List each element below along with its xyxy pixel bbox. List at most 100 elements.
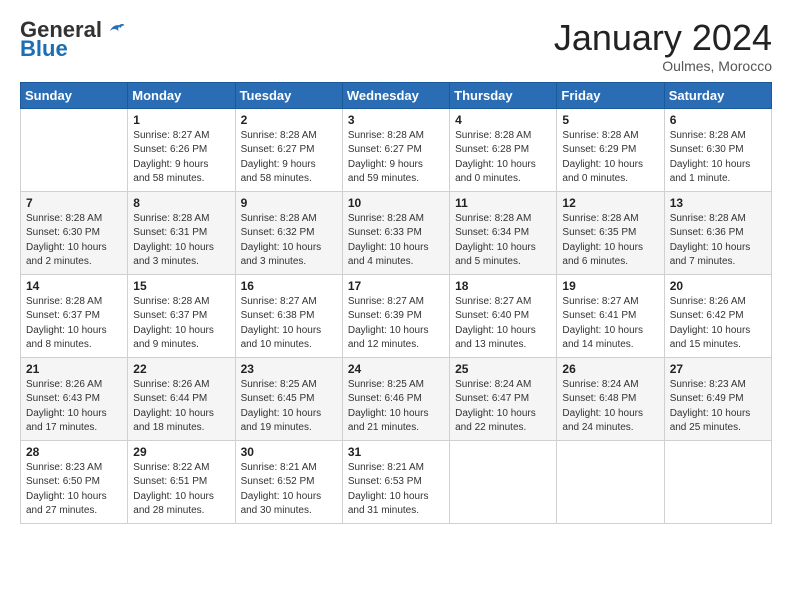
cell-content: Sunrise: 8:24 AM Sunset: 6:47 PM Dayligh… [455,378,551,436]
day-number: 15 [133,279,229,293]
calendar-cell: 2 Sunrise: 8:28 AM Sunset: 6:27 PM Daylig… [235,108,342,191]
calendar-week-1: 1Sunrise: 8:27 AM Sunset: 6:26 PM Daylig… [21,108,772,191]
calendar-cell: 9 Sunrise: 8:28 AM Sunset: 6:32 PM Daylig… [235,191,342,274]
day-number: 10 [348,196,444,210]
calendar-header: Sunday Monday Tuesday Wednesday Thursday… [21,82,772,108]
calendar-cell: 27Sunrise: 8:23 AM Sunset: 6:49 PM Dayli… [664,357,771,440]
header-saturday: Saturday [664,82,771,108]
calendar-cell: 4 Sunrise: 8:28 AM Sunset: 6:28 PM Daylig… [450,108,557,191]
calendar-cell: 30 Sunrise: 8:21 AM Sunset: 6:52 PM Dayli… [235,440,342,523]
cell-content: Sunrise: 8:28 AM Sunset: 6:27 PM Dayligh… [348,129,444,187]
calendar-cell: 3Sunrise: 8:28 AM Sunset: 6:27 PM Daylig… [342,108,449,191]
month-title: January 2024 [554,18,772,58]
calendar-cell: 11 Sunrise: 8:28 AM Sunset: 6:34 PM Dayli… [450,191,557,274]
cell-content: Sunrise: 8:22 AM Sunset: 6:51 PM Dayligh… [133,461,229,519]
header: General Blue January 2024 Oulmes, Morocc… [20,18,772,74]
header-thursday: Thursday [450,82,557,108]
header-friday: Friday [557,82,664,108]
calendar-cell: 25 Sunrise: 8:24 AM Sunset: 6:47 PM Dayli… [450,357,557,440]
day-number: 29 [133,445,229,459]
cell-content: Sunrise: 8:27 AM Sunset: 6:41 PM Dayligh… [562,295,658,353]
calendar-cell: 23Sunrise: 8:25 AM Sunset: 6:45 PM Dayli… [235,357,342,440]
day-number: 19 [562,279,658,293]
calendar-cell [664,440,771,523]
header-monday: Monday [128,82,235,108]
cell-content: Sunrise: 8:27 AM Sunset: 6:39 PM Dayligh… [348,295,444,353]
cell-content: Sunrise: 8:26 AM Sunset: 6:42 PM Dayligh… [670,295,766,353]
calendar-cell: 14 Sunrise: 8:28 AM Sunset: 6:37 PM Dayli… [21,274,128,357]
calendar-cell: 5 Sunrise: 8:28 AM Sunset: 6:29 PM Daylig… [557,108,664,191]
cell-content: Sunrise: 8:26 AM Sunset: 6:43 PM Dayligh… [26,378,122,436]
logo-blue-text: Blue [20,38,68,60]
cell-content: Sunrise: 8:28 AM Sunset: 6:37 PM Dayligh… [26,295,122,353]
day-number: 8 [133,196,229,210]
calendar-week-5: 28 Sunrise: 8:23 AM Sunset: 6:50 PM Dayli… [21,440,772,523]
day-number: 21 [26,362,122,376]
calendar-week-3: 14 Sunrise: 8:28 AM Sunset: 6:37 PM Dayli… [21,274,772,357]
day-number: 20 [670,279,766,293]
page: General Blue January 2024 Oulmes, Morocc… [0,0,792,534]
logo-bird-icon [104,18,126,40]
cell-content: Sunrise: 8:27 AM Sunset: 6:26 PM Dayligh… [133,129,229,187]
header-row: Sunday Monday Tuesday Wednesday Thursday… [21,82,772,108]
calendar-week-4: 21 Sunrise: 8:26 AM Sunset: 6:43 PM Dayli… [21,357,772,440]
calendar-cell [557,440,664,523]
day-number: 13 [670,196,766,210]
calendar-cell: 10Sunrise: 8:28 AM Sunset: 6:33 PM Dayli… [342,191,449,274]
cell-content: Sunrise: 8:28 AM Sunset: 6:31 PM Dayligh… [133,212,229,270]
day-number: 28 [26,445,122,459]
day-number: 24 [348,362,444,376]
day-number: 16 [241,279,337,293]
cell-content: Sunrise: 8:28 AM Sunset: 6:29 PM Dayligh… [562,129,658,187]
calendar-cell: 13 Sunrise: 8:28 AM Sunset: 6:36 PM Dayli… [664,191,771,274]
cell-content: Sunrise: 8:21 AM Sunset: 6:52 PM Dayligh… [241,461,337,519]
cell-content: Sunrise: 8:28 AM Sunset: 6:32 PM Dayligh… [241,212,337,270]
cell-content: Sunrise: 8:23 AM Sunset: 6:49 PM Dayligh… [670,378,766,436]
cell-content: Sunrise: 8:24 AM Sunset: 6:48 PM Dayligh… [562,378,658,436]
cell-content: Sunrise: 8:27 AM Sunset: 6:38 PM Dayligh… [241,295,337,353]
calendar-cell: 8 Sunrise: 8:28 AM Sunset: 6:31 PM Daylig… [128,191,235,274]
day-number: 14 [26,279,122,293]
calendar-cell: 21 Sunrise: 8:26 AM Sunset: 6:43 PM Dayli… [21,357,128,440]
day-number: 18 [455,279,551,293]
day-number: 5 [562,113,658,127]
calendar-cell [21,108,128,191]
cell-content: Sunrise: 8:28 AM Sunset: 6:28 PM Dayligh… [455,129,551,187]
calendar-cell: 12Sunrise: 8:28 AM Sunset: 6:35 PM Dayli… [557,191,664,274]
calendar-cell: 29 Sunrise: 8:22 AM Sunset: 6:51 PM Dayli… [128,440,235,523]
calendar-cell: 15Sunrise: 8:28 AM Sunset: 6:37 PM Dayli… [128,274,235,357]
calendar-cell: 1Sunrise: 8:27 AM Sunset: 6:26 PM Daylig… [128,108,235,191]
day-number: 9 [241,196,337,210]
cell-content: Sunrise: 8:23 AM Sunset: 6:50 PM Dayligh… [26,461,122,519]
day-number: 4 [455,113,551,127]
title-block: January 2024 Oulmes, Morocco [554,18,772,74]
cell-content: Sunrise: 8:25 AM Sunset: 6:45 PM Dayligh… [241,378,337,436]
calendar-table: Sunday Monday Tuesday Wednesday Thursday… [20,82,772,524]
calendar-cell: 26 Sunrise: 8:24 AM Sunset: 6:48 PM Dayli… [557,357,664,440]
calendar-cell: 19 Sunrise: 8:27 AM Sunset: 6:41 PM Dayli… [557,274,664,357]
location: Oulmes, Morocco [554,58,772,74]
calendar-cell: 22Sunrise: 8:26 AM Sunset: 6:44 PM Dayli… [128,357,235,440]
day-number: 25 [455,362,551,376]
header-tuesday: Tuesday [235,82,342,108]
calendar-cell: 20 Sunrise: 8:26 AM Sunset: 6:42 PM Dayli… [664,274,771,357]
calendar-cell: 16 Sunrise: 8:27 AM Sunset: 6:38 PM Dayli… [235,274,342,357]
day-number: 30 [241,445,337,459]
day-number: 2 [241,113,337,127]
calendar-week-2: 7Sunrise: 8:28 AM Sunset: 6:30 PM Daylig… [21,191,772,274]
day-number: 26 [562,362,658,376]
calendar-cell: 24 Sunrise: 8:25 AM Sunset: 6:46 PM Dayli… [342,357,449,440]
cell-content: Sunrise: 8:28 AM Sunset: 6:27 PM Dayligh… [241,129,337,187]
day-number: 17 [348,279,444,293]
logo: General Blue [20,18,126,60]
cell-content: Sunrise: 8:28 AM Sunset: 6:30 PM Dayligh… [670,129,766,187]
day-number: 11 [455,196,551,210]
calendar-cell: 7Sunrise: 8:28 AM Sunset: 6:30 PM Daylig… [21,191,128,274]
cell-content: Sunrise: 8:28 AM Sunset: 6:34 PM Dayligh… [455,212,551,270]
header-wednesday: Wednesday [342,82,449,108]
day-number: 12 [562,196,658,210]
cell-content: Sunrise: 8:28 AM Sunset: 6:36 PM Dayligh… [670,212,766,270]
header-sunday: Sunday [21,82,128,108]
calendar-cell: 17 Sunrise: 8:27 AM Sunset: 6:39 PM Dayli… [342,274,449,357]
cell-content: Sunrise: 8:25 AM Sunset: 6:46 PM Dayligh… [348,378,444,436]
